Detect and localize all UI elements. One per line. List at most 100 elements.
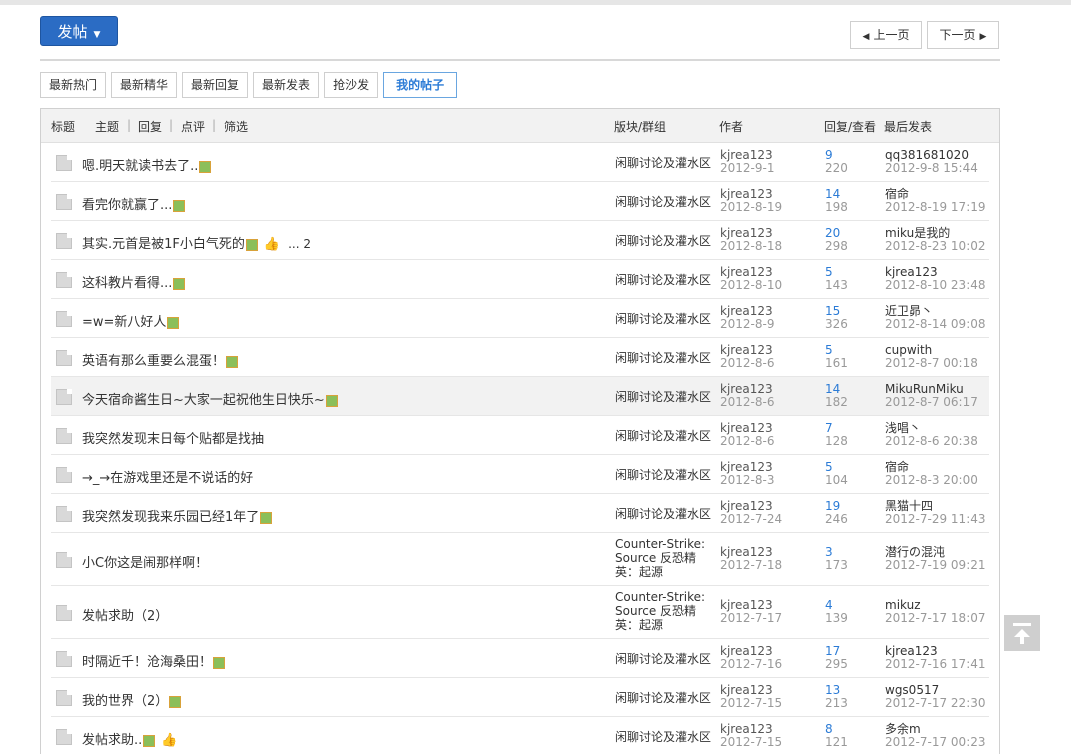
thread-title-link[interactable]: 时隔近千！沧海桑田！ xyxy=(82,655,212,670)
image-attachment-icon xyxy=(245,238,258,251)
header-forum: 版块/群组 xyxy=(614,120,667,134)
table-row: 嗯.明天就读书去了.. 闲聊讨论及灌水区 kjrea123 2012-9-1 9 220 q… xyxy=(51,143,989,182)
thread-title-link[interactable]: 这科教片看得... xyxy=(82,276,172,291)
last-post-cell: kjrea123 2012-7-16 17:41 xyxy=(885,645,986,671)
last-post-time[interactable]: 2012-8-14 09:08 xyxy=(885,318,986,331)
forum-link[interactable]: 闲聊讨论及灌水区 xyxy=(615,390,720,404)
forum-link[interactable]: Counter-Strike: Source 反恐精英：起源 xyxy=(615,590,720,632)
thread-title-link[interactable]: 看完你就赢了... xyxy=(82,198,172,213)
next-page-button[interactable]: 下一页 ▶ xyxy=(927,21,999,49)
thread-title-link[interactable]: 我突然发现我来乐园已经1年了 xyxy=(82,510,259,525)
tab-latest-reply[interactable]: 最新回复 xyxy=(182,72,249,98)
post-date: 2012-7-18 xyxy=(720,558,783,572)
document-icon xyxy=(56,506,72,522)
forum-link[interactable]: 闲聊讨论及灌水区 xyxy=(615,351,720,365)
last-post-cell: 近卫昴丶 2012-8-14 09:08 xyxy=(885,305,986,331)
reply-view-count: 14 198 xyxy=(825,188,848,214)
document-icon xyxy=(56,350,72,366)
thread-title-link[interactable]: 我突然发现末日每个贴都是找抽 xyxy=(82,432,264,447)
last-post-time[interactable]: 2012-8-7 00:18 xyxy=(885,357,978,370)
post-date: 2012-8-6 xyxy=(720,395,775,409)
thread-title-link[interactable]: →_→在游戏里还是不说话的好 xyxy=(82,471,253,486)
filter-replies[interactable]: 回复 xyxy=(138,118,162,135)
last-post-cell: 浅唱丶 2012-8-6 20:38 xyxy=(885,422,978,448)
author-cell: kjrea123 2012-7-17 xyxy=(720,599,782,625)
last-post-time[interactable]: 2012-7-17 00:23 xyxy=(885,736,986,749)
tab-hot[interactable]: 最新热门 xyxy=(40,72,107,98)
author-cell: kjrea123 2012-7-16 xyxy=(720,645,782,671)
forum-link[interactable]: 闲聊讨论及灌水区 xyxy=(615,234,720,248)
last-post-time[interactable]: 2012-8-7 06:17 xyxy=(885,396,978,409)
tab-latest-post[interactable]: 最新发表 xyxy=(253,72,320,98)
last-post-time[interactable]: 2012-9-8 15:44 xyxy=(885,162,978,175)
forum-link[interactable]: 闲聊讨论及灌水区 xyxy=(615,691,720,705)
filter-comments[interactable]: 点评 xyxy=(181,118,205,135)
thread-title: →_→在游戏里还是不说话的好 xyxy=(82,467,253,486)
tab-sofa[interactable]: 抢沙发 xyxy=(324,72,379,98)
divider xyxy=(40,59,1000,61)
forum-link[interactable]: 闲聊讨论及灌水区 xyxy=(615,730,720,744)
last-post-time[interactable]: 2012-7-17 22:30 xyxy=(885,697,986,710)
last-post-time[interactable]: 2012-7-17 18:07 xyxy=(885,612,986,625)
forum-link[interactable]: 闲聊讨论及灌水区 xyxy=(615,156,720,170)
arrow-up-icon xyxy=(1020,636,1024,644)
thread-title: 嗯.明天就读书去了.. xyxy=(82,155,212,174)
thread-title: 英语有那么重要么混蛋！ xyxy=(82,350,239,369)
post-date: 2012-7-24 xyxy=(720,512,783,526)
author-cell: kjrea123 2012-7-15 xyxy=(720,684,782,710)
last-post-cell: qq381681020 2012-9-8 15:44 xyxy=(885,149,978,175)
thread-title-link[interactable]: 小C你这是闹那样啊！ xyxy=(82,556,208,571)
thread-title-link[interactable]: 发帖求助.. xyxy=(82,733,142,748)
document-icon xyxy=(56,311,72,327)
reply-view-count: 3 173 xyxy=(825,546,848,572)
tab-bar: 最新热门 最新精华 最新回复 最新发表 抢沙发 我的帖子 xyxy=(40,72,458,98)
tab-my-posts[interactable]: 我的帖子 xyxy=(383,72,458,98)
last-post-time[interactable]: 2012-8-23 10:02 xyxy=(885,240,986,253)
prev-page-label: 上一页 xyxy=(873,28,910,42)
forum-link[interactable]: 闲聊讨论及灌水区 xyxy=(615,195,720,209)
thread-title-link[interactable]: 其实.元首是被1F小白气死的 xyxy=(82,237,245,252)
forum-link[interactable]: 闲聊讨论及灌水区 xyxy=(615,652,720,666)
view-count: 220 xyxy=(825,161,848,175)
forum-link[interactable]: 闲聊讨论及灌水区 xyxy=(615,507,720,521)
forum-link[interactable]: 闲聊讨论及灌水区 xyxy=(615,429,720,443)
last-post-cell: MikuRunMiku 2012-8-7 06:17 xyxy=(885,383,978,409)
thread-title-link[interactable]: 我的世界（2） xyxy=(82,694,168,709)
last-post-cell: 宿命 2012-8-3 20:00 xyxy=(885,461,978,487)
thread-title-link[interactable]: 今天宿命酱生日~大家一起祝他生日快乐~ xyxy=(82,393,325,408)
image-attachment-icon xyxy=(260,511,273,524)
thread-title-link[interactable]: 发帖求助（2） xyxy=(82,609,168,624)
last-post-time[interactable]: 2012-7-19 09:21 xyxy=(885,559,986,572)
document-icon xyxy=(56,690,72,706)
last-post-time[interactable]: 2012-7-16 17:41 xyxy=(885,658,986,671)
last-post-time[interactable]: 2012-7-29 11:43 xyxy=(885,513,986,526)
view-count: 161 xyxy=(825,356,848,370)
prev-page-button[interactable]: ◀ 上一页 xyxy=(850,21,922,49)
forum-link[interactable]: Counter-Strike: Source 反恐精英：起源 xyxy=(615,537,720,579)
tab-digest[interactable]: 最新精华 xyxy=(111,72,178,98)
reply-view-count: 5 104 xyxy=(825,461,848,487)
post-date: 2012-8-9 xyxy=(720,317,775,331)
author-cell: kjrea123 2012-8-18 xyxy=(720,227,782,253)
image-attachment-icon xyxy=(213,656,226,669)
thread-title-link[interactable]: =w=新八好人 xyxy=(82,315,166,330)
forum-link[interactable]: 闲聊讨论及灌水区 xyxy=(615,312,720,326)
forum-link[interactable]: 闲聊讨论及灌水区 xyxy=(615,468,720,482)
new-post-button[interactable]: 发帖 ▼ xyxy=(40,16,118,46)
last-post-time[interactable]: 2012-8-6 20:38 xyxy=(885,435,978,448)
last-post-time[interactable]: 2012-8-10 23:48 xyxy=(885,279,986,292)
thread-title-link[interactable]: 英语有那么重要么混蛋！ xyxy=(82,354,225,369)
back-to-top-button[interactable] xyxy=(1004,615,1040,651)
filter-topic[interactable]: 主题 xyxy=(95,118,119,135)
table-row: 英语有那么重要么混蛋！ 闲聊讨论及灌水区 kjrea123 2012-8-6 5 161 c… xyxy=(51,338,989,377)
author-cell: kjrea123 2012-8-6 xyxy=(720,383,774,409)
document-icon xyxy=(56,467,72,483)
thumbs-up-icon: 👍 xyxy=(263,237,281,252)
thread-title-link[interactable]: 嗯.明天就读书去了.. xyxy=(82,159,198,174)
last-post-time[interactable]: 2012-8-19 17:19 xyxy=(885,201,986,214)
view-count: 246 xyxy=(825,512,848,526)
last-post-time[interactable]: 2012-8-3 20:00 xyxy=(885,474,978,487)
filter-screen[interactable]: 筛选 xyxy=(224,118,248,135)
page-links[interactable]: ... 2 xyxy=(288,237,311,251)
forum-link[interactable]: 闲聊讨论及灌水区 xyxy=(615,273,720,287)
